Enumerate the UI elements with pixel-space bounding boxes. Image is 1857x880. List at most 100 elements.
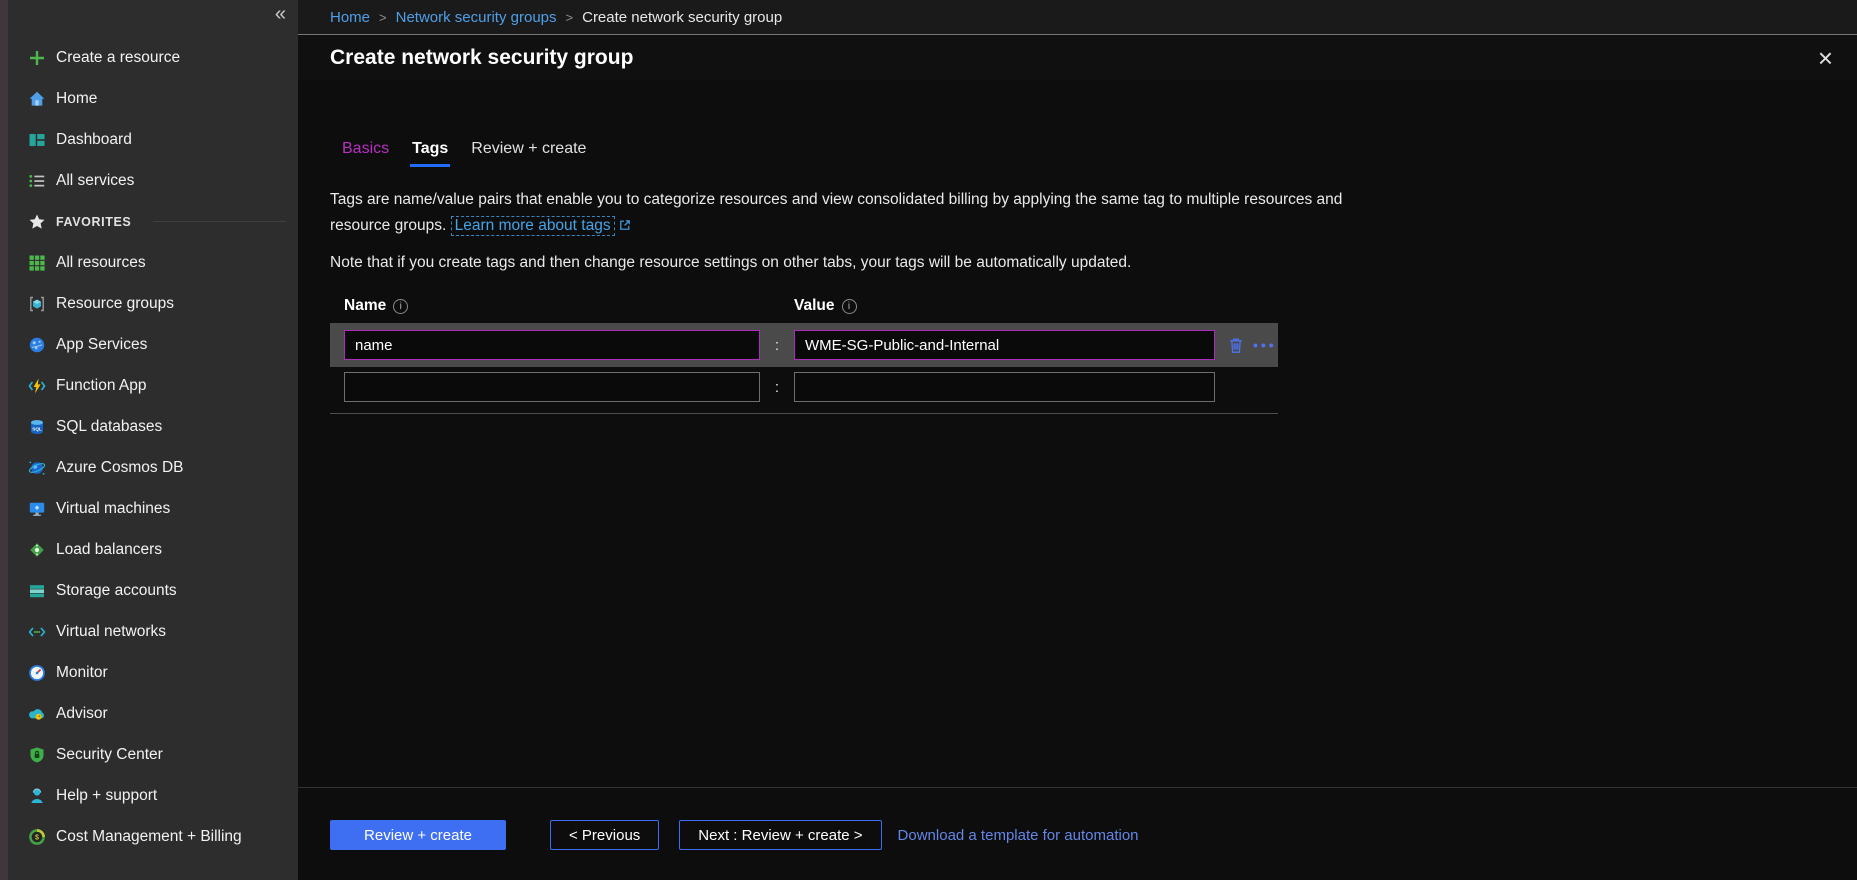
sidebar-item-label: Cost Management + Billing	[56, 828, 242, 846]
globe-icon	[28, 336, 46, 354]
review-create-button[interactable]: Review + create	[330, 820, 506, 850]
sidebar-item-label: SQL databases	[56, 418, 162, 436]
breadcrumb-separator: >	[370, 10, 396, 25]
sidebar-item-label: Function App	[56, 377, 146, 395]
sidebar-item-home[interactable]: Home	[8, 78, 298, 119]
sidebar-item-label: Virtual networks	[56, 623, 166, 641]
sidebar-item-function-app[interactable]: Function App	[8, 365, 298, 406]
sidebar-item-label: Create a resource	[56, 49, 180, 67]
dashboard-icon	[28, 131, 46, 149]
sidebar-item-help-support[interactable]: Help + support	[8, 775, 298, 816]
sidebar-item-label: Resource groups	[56, 295, 174, 313]
previous-button[interactable]: < Previous	[550, 820, 659, 850]
main-panel: Home > Network security groups > Create …	[298, 0, 1857, 880]
footer-divider	[298, 787, 1857, 788]
planet-icon	[28, 459, 46, 477]
tags-note: Note that if you create tags and then ch…	[330, 254, 1825, 272]
plus-icon	[28, 49, 46, 67]
sidebar-item-dashboard[interactable]: Dashboard	[8, 119, 298, 160]
next-button[interactable]: Next : Review + create >	[679, 820, 881, 850]
sidebar-item-label: Help + support	[56, 787, 157, 805]
sidebar-item-create-a-resource[interactable]: Create a resource	[8, 37, 298, 78]
list-icon	[28, 172, 46, 190]
cost-icon: $	[28, 828, 46, 846]
download-template-link[interactable]: Download a template for automation	[898, 827, 1139, 844]
tag-value-input[interactable]	[794, 330, 1215, 360]
sidebar-item-all-resources[interactable]: All resources	[8, 242, 298, 283]
sidebar-item-storage-accounts[interactable]: Storage accounts	[8, 570, 298, 611]
tag-table: Name i Value i : •••	[330, 296, 1278, 414]
sidebar-item-label: Dashboard	[56, 131, 132, 149]
tab-basics[interactable]: Basics	[342, 140, 389, 167]
gauge-icon	[28, 664, 46, 682]
sidebar-section-label: FAVORITES	[56, 215, 131, 229]
sidebar-item-all-services[interactable]: All services	[8, 160, 298, 201]
name-column-header: Name i	[344, 297, 760, 315]
azure-portal-window: « Create a resource Home Dashboard All s…	[0, 0, 1857, 880]
tab-review-create[interactable]: Review + create	[471, 140, 586, 167]
sidebar-item-azure-cosmos-db[interactable]: Azure Cosmos DB	[8, 447, 298, 488]
sidebar-item-label: All resources	[56, 254, 146, 272]
breadcrumb-current: Create network security group	[582, 9, 782, 26]
favorites-divider	[153, 221, 286, 222]
home-icon	[28, 90, 46, 108]
sidebar-item-label: All services	[56, 172, 134, 190]
value-info-icon[interactable]: i	[842, 299, 857, 314]
external-link-icon	[619, 214, 631, 240]
sidebar-item-resource-groups[interactable]: Resource groups	[8, 283, 298, 324]
sidebar-item-label: Azure Cosmos DB	[56, 459, 183, 477]
sidebar-section-favorites: FAVORITES	[8, 201, 298, 242]
sidebar-collapse-icon[interactable]: «	[275, 4, 286, 24]
tag-name-input[interactable]	[344, 330, 760, 360]
network-icon	[28, 623, 46, 641]
tag-value-input[interactable]	[794, 372, 1215, 402]
window-edge-strip	[0, 0, 8, 880]
storage-icon	[28, 582, 46, 600]
load-balancer-icon	[28, 541, 46, 559]
cube-icon	[28, 295, 46, 313]
sidebar-item-virtual-networks[interactable]: Virtual networks	[8, 611, 298, 652]
lightning-icon	[28, 377, 46, 395]
sidebar-item-app-services[interactable]: App Services	[8, 324, 298, 365]
learn-more-link[interactable]: Learn more about tags	[451, 216, 615, 236]
breadcrumb-link-network-security-groups[interactable]: Network security groups	[396, 9, 557, 26]
sidebar-item-label: Monitor	[56, 664, 108, 682]
sidebar: « Create a resource Home Dashboard All s…	[8, 0, 298, 880]
page-header: Create network security group ×	[298, 35, 1857, 80]
breadcrumb-link-home[interactable]: Home	[330, 9, 370, 26]
sidebar-item-advisor[interactable]: Advisor	[8, 693, 298, 734]
wizard-tabs: Basics Tags Review + create	[342, 140, 1825, 167]
close-icon[interactable]: ×	[1812, 45, 1839, 71]
breadcrumb-separator: >	[557, 10, 583, 25]
sidebar-item-sql-databases[interactable]: SQL SQL databases	[8, 406, 298, 447]
tab-tags[interactable]: Tags	[412, 140, 448, 167]
more-options-icon[interactable]: •••	[1253, 338, 1277, 352]
sidebar-item-label: App Services	[56, 336, 147, 354]
sidebar-item-label: Load balancers	[56, 541, 162, 559]
breadcrumb: Home > Network security groups > Create …	[298, 0, 1857, 35]
sidebar-item-cost-management-billing[interactable]: $ Cost Management + Billing	[8, 816, 298, 857]
delete-tag-icon[interactable]	[1227, 336, 1245, 355]
tag-row: : •••	[330, 323, 1278, 367]
name-info-icon[interactable]: i	[393, 299, 408, 314]
content-area: Basics Tags Review + create Tags are nam…	[298, 80, 1857, 414]
sidebar-item-label: Security Center	[56, 746, 163, 764]
value-column-header: Value i	[794, 297, 857, 315]
sidebar-item-monitor[interactable]: Monitor	[8, 652, 298, 693]
svg-text:SQL: SQL	[32, 426, 42, 431]
tags-description: Tags are name/value pairs that enable yo…	[330, 187, 1370, 240]
sidebar-item-security-center[interactable]: Security Center	[8, 734, 298, 775]
tag-row: :	[330, 367, 1278, 407]
sql-database-icon: SQL	[28, 418, 46, 436]
footer-bar: Review + create < Previous Next : Review…	[298, 787, 1857, 850]
sidebar-item-virtual-machines[interactable]: Virtual machines	[8, 488, 298, 529]
tag-name-input[interactable]	[344, 372, 760, 402]
svg-text:$: $	[35, 834, 39, 841]
support-icon	[28, 787, 46, 805]
advisor-icon	[28, 705, 46, 723]
sidebar-item-load-balancers[interactable]: Load balancers	[8, 529, 298, 570]
page-title: Create network security group	[330, 46, 633, 70]
sidebar-item-label: Virtual machines	[56, 500, 170, 518]
sidebar-item-label: Storage accounts	[56, 582, 177, 600]
table-divider	[330, 413, 1278, 414]
